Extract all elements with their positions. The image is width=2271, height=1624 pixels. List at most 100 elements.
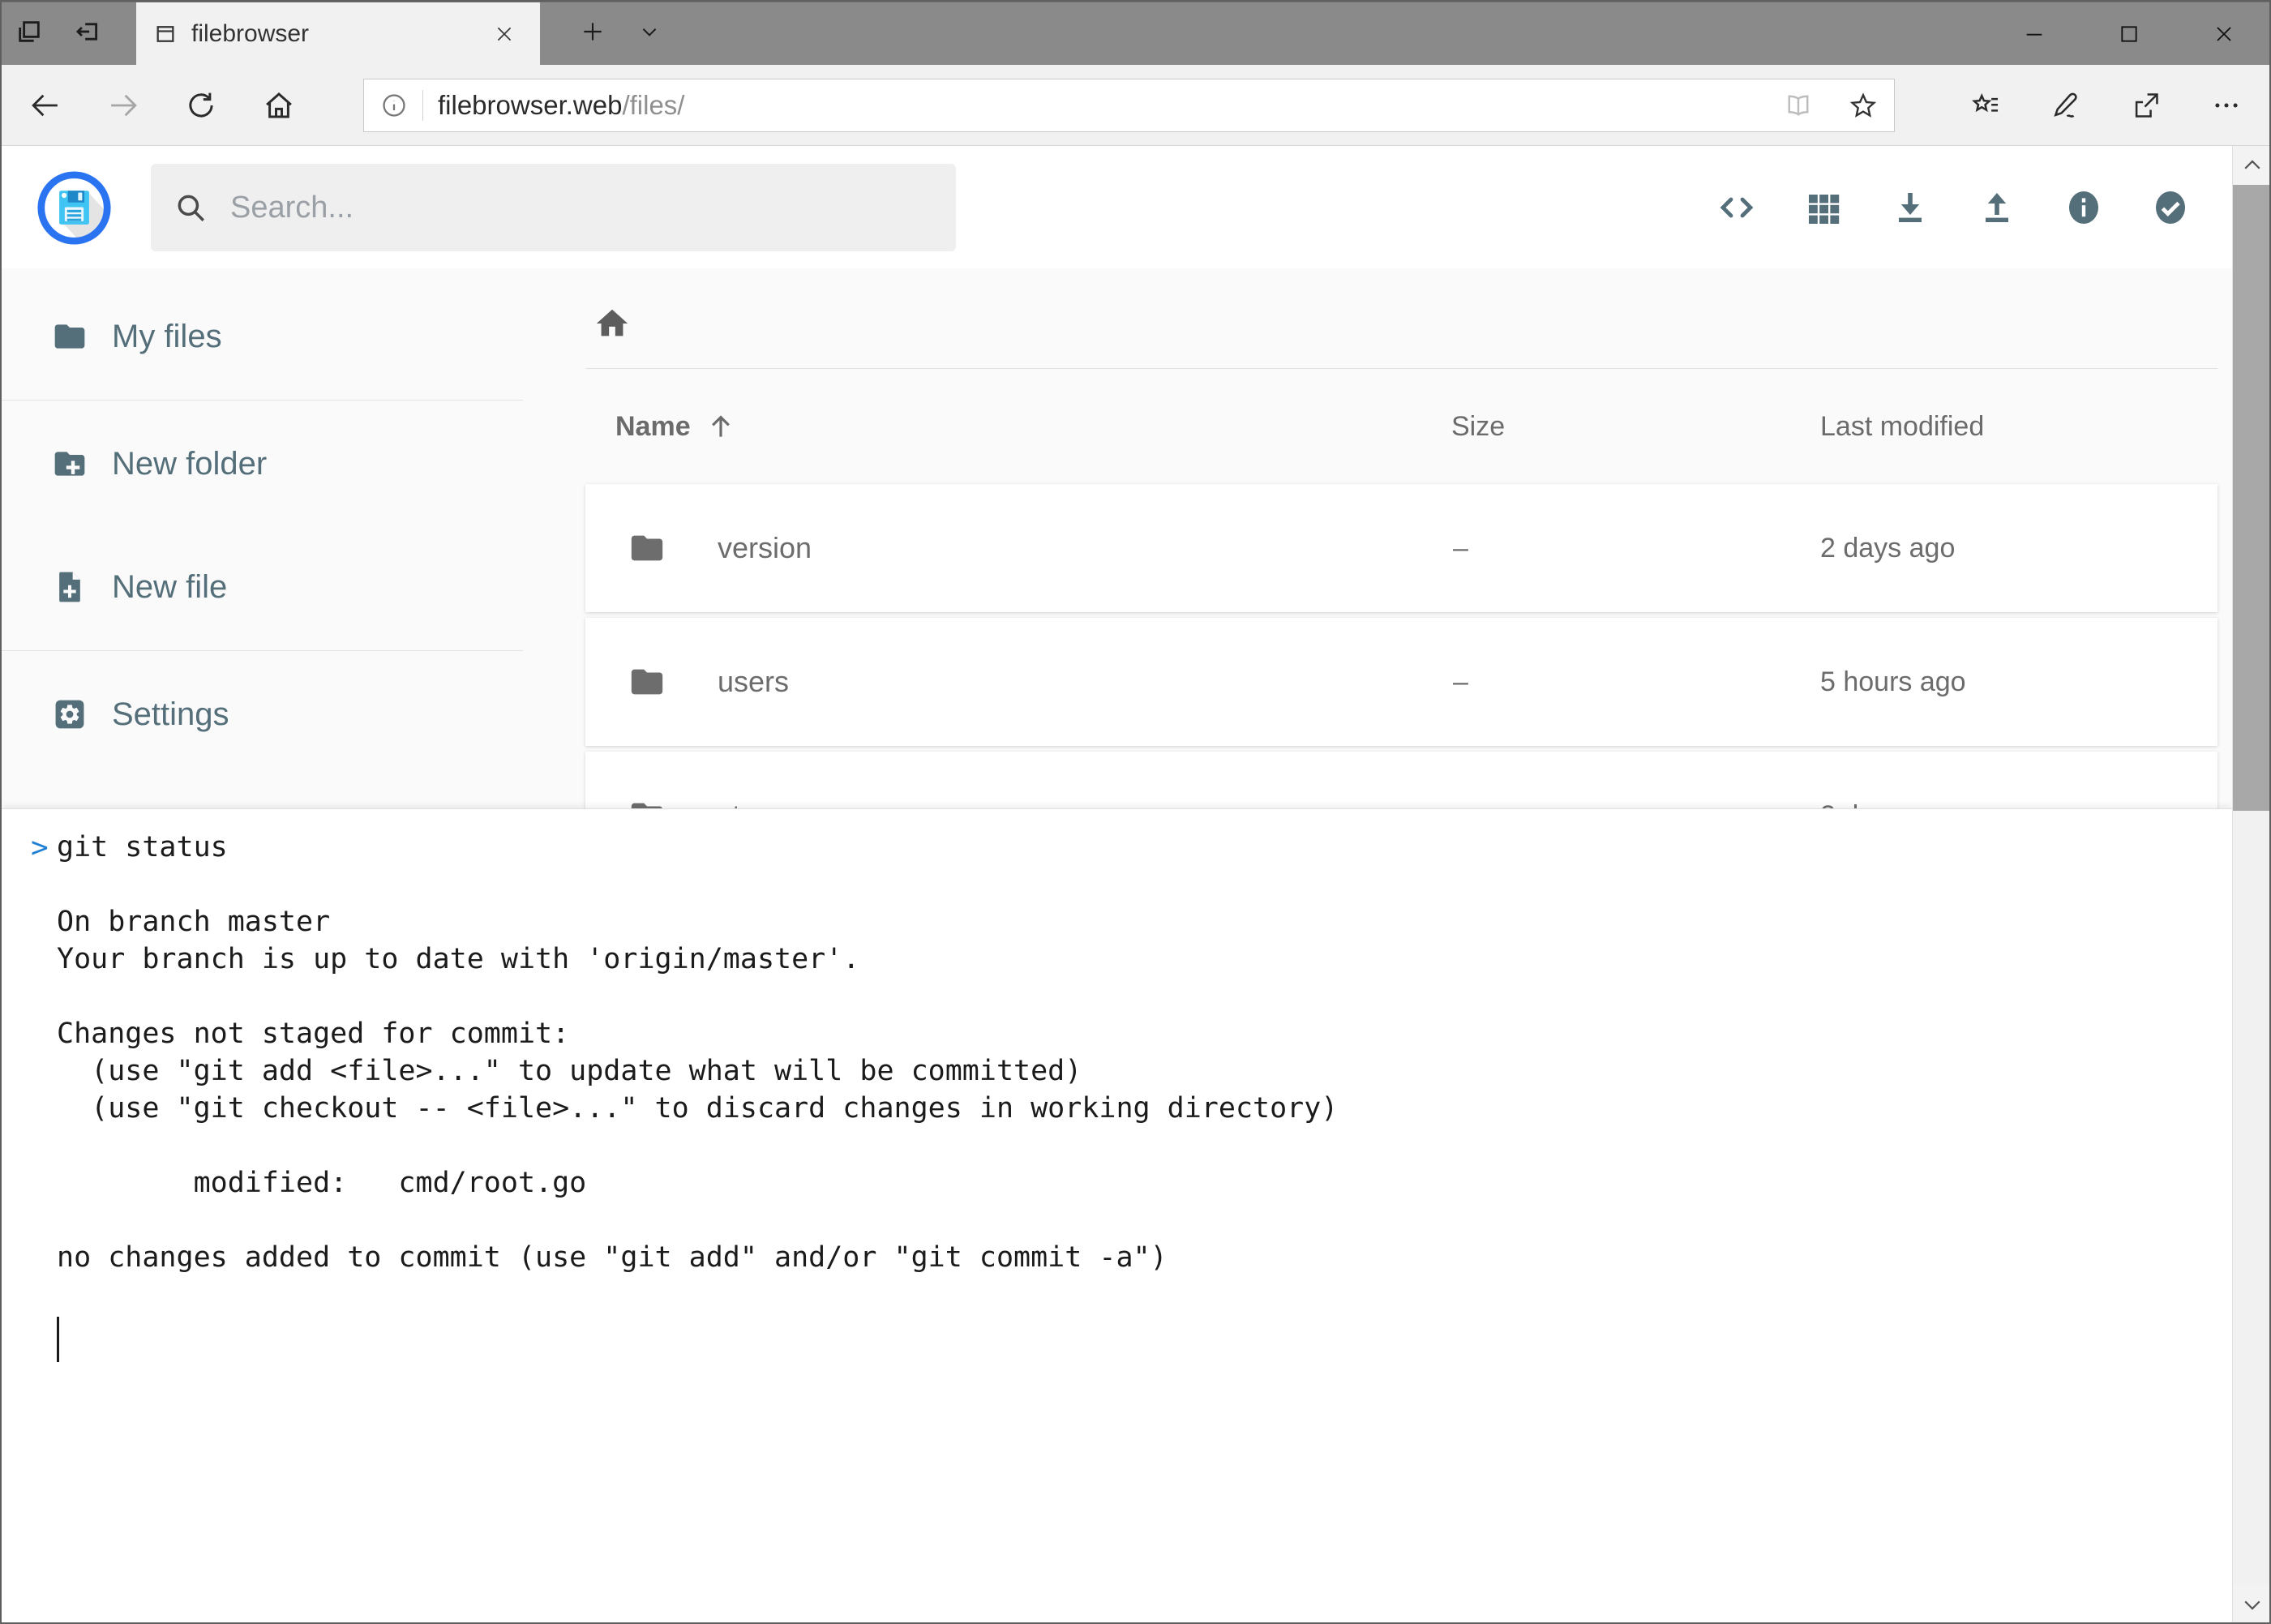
url-path: /files/	[622, 90, 684, 120]
file-modified: 5 hours ago	[1808, 666, 2217, 698]
filebrowser-logo[interactable]	[36, 170, 112, 246]
toolbar-right	[1945, 65, 2266, 145]
file-row-name-cell: users	[585, 663, 1443, 701]
back-button[interactable]	[6, 65, 84, 145]
terminal-output-line	[31, 1202, 2232, 1239]
sidebar-divider	[0, 400, 523, 401]
home-button[interactable]	[240, 65, 318, 145]
browser-tab[interactable]: filebrowser	[136, 2, 540, 65]
file-modified: 2 days ago	[1808, 533, 2217, 564]
scrollbar-thumb[interactable]	[2233, 185, 2271, 811]
terminal-output-line	[31, 866, 2232, 903]
grid-view-icon[interactable]	[1804, 188, 1843, 227]
file-name: users	[718, 665, 789, 699]
favorites-hub-button[interactable]	[1945, 65, 2025, 145]
column-header-name[interactable]: Name	[585, 411, 1443, 443]
url-host: filebrowser.web	[438, 90, 622, 120]
search-input[interactable]	[230, 164, 956, 251]
terminal-output-line	[31, 1127, 2232, 1164]
file-row[interactable]: users – 5 hours ago	[585, 618, 2217, 746]
home-icon[interactable]	[593, 305, 631, 342]
sidebar-item-label: New folder	[112, 446, 267, 482]
terminal-output-line	[31, 1276, 2232, 1313]
tab-list-menu-button[interactable]	[621, 2, 678, 65]
tab-title: filebrowser	[191, 20, 486, 48]
filebrowser-header	[0, 147, 2271, 268]
reading-view-icon[interactable]	[1784, 91, 1813, 120]
download-icon[interactable]	[1891, 188, 1930, 227]
select-check-icon[interactable]	[2151, 188, 2190, 227]
terminal-output-line	[31, 978, 2232, 1015]
sidebar-item-new-file[interactable]: New file	[0, 525, 523, 649]
sidebar-item-new-folder[interactable]: New folder	[0, 402, 523, 525]
new-tab-button[interactable]	[564, 2, 621, 65]
terminal-output: On branch master Your branch is up to da…	[31, 866, 2232, 1313]
title-bar: filebrowser	[0, 0, 2271, 65]
chevron-down-icon	[639, 21, 660, 46]
terminal-cursor[interactable]	[57, 1317, 59, 1362]
arrow-up-icon	[705, 411, 736, 442]
chevron-down-icon	[2240, 1592, 2265, 1617]
folder-icon	[628, 529, 666, 567]
file-size: –	[1443, 533, 1808, 564]
info-icon[interactable]	[2064, 188, 2103, 227]
search-icon	[174, 191, 208, 225]
more-ellipsis-button[interactable]	[2186, 65, 2266, 145]
folder-icon	[52, 319, 88, 354]
url-text: filebrowser.web/files/	[438, 90, 684, 121]
set-aside-tabs-icon	[74, 18, 101, 49]
terminal-output-line: modified: cmd/root.go	[31, 1164, 2232, 1202]
terminal-output-line: (use "git add <file>..." to update what …	[31, 1052, 2232, 1090]
site-info-icon[interactable]	[380, 92, 408, 119]
column-header-modified[interactable]: Last modified	[1808, 411, 2217, 443]
add-favorite-star-icon[interactable]	[1849, 91, 1878, 120]
folder-icon	[628, 663, 666, 701]
scroll-down-button[interactable]	[2233, 1585, 2271, 1624]
refresh-button[interactable]	[162, 65, 240, 145]
terminal-command: git status	[57, 831, 228, 863]
sidebar-item-label: Settings	[112, 696, 229, 733]
address-separator	[422, 90, 423, 121]
column-label: Name	[615, 411, 691, 443]
file-row[interactable]: version – 2 days ago	[585, 484, 2217, 612]
tab-preview-button[interactable]	[0, 2, 58, 65]
forward-button[interactable]	[84, 65, 162, 145]
titlebar-drag-area	[678, 2, 1986, 65]
folder-plus-icon	[52, 446, 88, 482]
column-header-size[interactable]: Size	[1443, 411, 1808, 443]
plus-icon	[580, 19, 606, 49]
code-icon[interactable]	[1717, 188, 1756, 227]
set-aside-tabs-button[interactable]	[58, 2, 117, 65]
share-button[interactable]	[2106, 65, 2186, 145]
terminal-output-line: On branch master	[31, 903, 2232, 941]
breadcrumb	[585, 305, 2217, 342]
sidebar-item-settings[interactable]: Settings	[0, 653, 523, 776]
terminal-output-line: no changes added to commit (use "git add…	[31, 1239, 2232, 1276]
tab-favicon-page-icon	[154, 23, 177, 45]
window-minimize-button[interactable]	[1986, 2, 2081, 65]
file-name: version	[718, 531, 812, 565]
search-bar[interactable]	[151, 164, 956, 251]
tab-preview-icon	[15, 18, 43, 49]
sidebar-divider	[0, 650, 523, 651]
terminal-output-line: (use "git checkout -- <file>..." to disc…	[31, 1090, 2232, 1127]
file-plus-icon	[52, 569, 88, 605]
tab-close-button[interactable]	[486, 16, 522, 52]
window-close-button[interactable]	[2176, 2, 2271, 65]
terminal-output-line: Changes not staged for commit:	[31, 1015, 2232, 1052]
gear-icon	[52, 696, 88, 732]
window-maximize-button[interactable]	[2081, 2, 2176, 65]
browser-toolbar: filebrowser.web/files/	[0, 65, 2271, 146]
sidebar-item-my-files[interactable]: My files	[0, 275, 523, 398]
address-bar[interactable]: filebrowser.web/files/	[363, 79, 1895, 132]
scroll-up-button[interactable]	[2233, 146, 2271, 185]
sidebar-item-label: New file	[112, 569, 227, 606]
file-row-name-cell: version	[585, 529, 1443, 567]
web-note-pen-button[interactable]	[2025, 65, 2106, 145]
browser-window: filebrowser filebrowser.web/files/	[0, 0, 2271, 1624]
terminal-panel[interactable]: > git status On branch master Your branc…	[2, 808, 2232, 1624]
file-table-header: Name Size Last modified	[585, 369, 2217, 484]
vertical-scrollbar[interactable]	[2232, 146, 2271, 1624]
upload-icon[interactable]	[1977, 188, 2016, 227]
terminal-prompt-icon: >	[31, 831, 57, 864]
